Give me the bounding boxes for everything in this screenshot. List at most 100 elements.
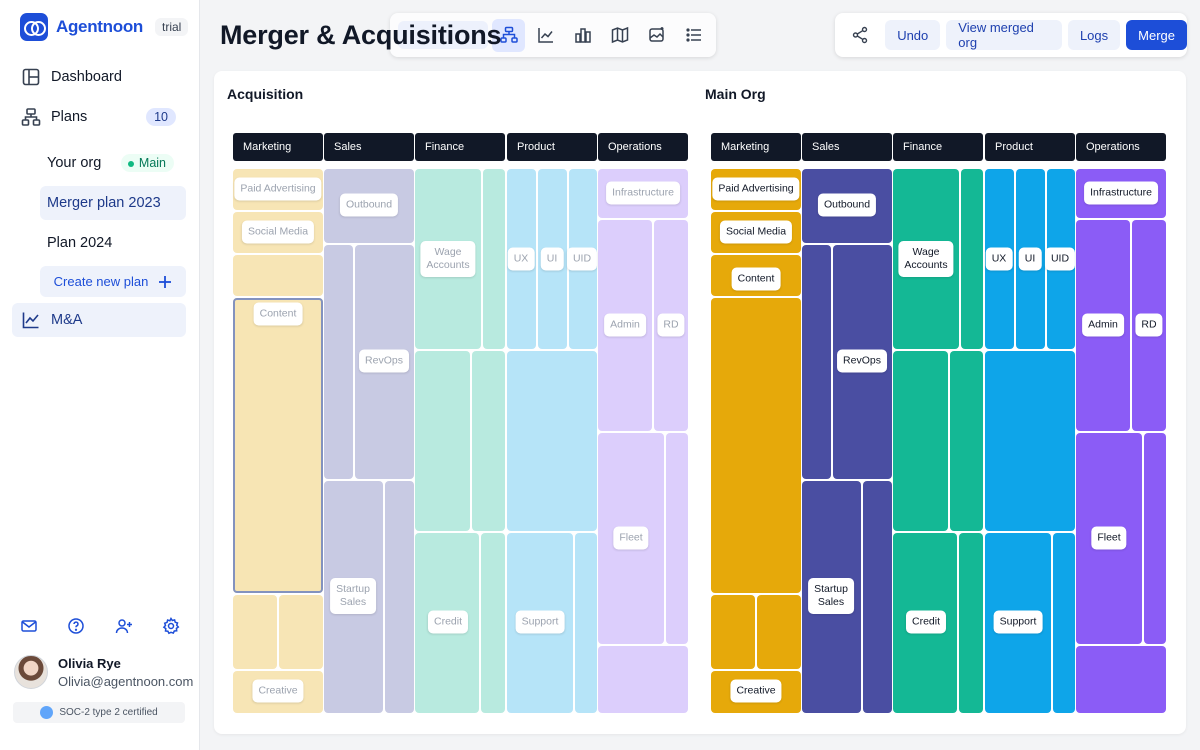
org-unit-label-ui[interactable]: UI [540, 247, 564, 271]
brand[interactable]: Agentnoon trial [20, 13, 189, 41]
help-icon[interactable] [67, 617, 85, 635]
plan-label: Your org [47, 155, 102, 171]
plus-icon [159, 275, 172, 288]
undo-button[interactable]: Undo [885, 20, 941, 50]
settings-gear-icon[interactable] [162, 617, 180, 635]
org-unit-block-sales[interactable] [863, 481, 892, 713]
org-unit-block-finance[interactable] [893, 351, 948, 531]
sidebar-plan-2024[interactable]: Plan 2024 [40, 226, 186, 260]
org-unit-label-social-media[interactable]: Social Media [719, 220, 793, 244]
plan-label: Merger plan 2023 [47, 195, 161, 211]
line-chart-icon [537, 28, 553, 43]
org-unit-block-product[interactable] [985, 351, 1075, 531]
org-unit-label-infrastructure[interactable]: Infrastructure [1084, 181, 1158, 205]
sidebar-footer-icons [20, 617, 180, 635]
org-unit-block-marketing[interactable] [711, 298, 801, 593]
org-unit-block-sales[interactable] [802, 245, 831, 479]
org-unit-block-marketing[interactable] [233, 298, 323, 593]
org-unit-label-uid[interactable]: UID [566, 247, 598, 271]
org-unit-block-operations[interactable] [666, 433, 688, 644]
org-unit-block-marketing[interactable] [757, 595, 801, 669]
column-header-marketing: Marketing [711, 133, 801, 161]
org-unit-label-creative[interactable]: Creative [730, 679, 782, 703]
org-unit-block-marketing[interactable] [279, 595, 323, 669]
org-unit-label-social-media[interactable]: Social Media [241, 220, 315, 244]
brand-name: Agentnoon [56, 17, 143, 36]
org-unit-label-content[interactable]: Content [731, 267, 781, 291]
current-user[interactable]: Olivia Rye Olivia@agentnoon.com [14, 655, 193, 689]
org-unit-label-fleet[interactable]: Fleet [613, 526, 649, 550]
org-unit-label-outbound[interactable]: Outbound [817, 193, 877, 217]
trend-view-button[interactable] [529, 19, 562, 52]
action-bar: Undo View merged org Logs Merge [835, 13, 1187, 57]
logs-button[interactable]: Logs [1067, 20, 1121, 50]
org-unit-block-operations[interactable] [598, 646, 688, 713]
org-unit-label-support[interactable]: Support [993, 610, 1043, 634]
column-header-finance: Finance [415, 133, 505, 161]
map-view-button[interactable] [603, 19, 636, 52]
org-unit-block-finance[interactable] [415, 351, 470, 531]
mail-icon[interactable] [20, 617, 38, 635]
org-unit-block-operations[interactable] [1144, 433, 1166, 644]
org-unit-block-marketing[interactable] [233, 255, 323, 296]
sidebar-item-ma[interactable]: M&A [12, 303, 186, 337]
org-unit-block-finance[interactable] [472, 351, 505, 531]
org-unit-label-fleet[interactable]: Fleet [1091, 526, 1127, 550]
org-unit-label-content[interactable]: Content [253, 302, 303, 326]
org-unit-label-ui[interactable]: UI [1018, 247, 1042, 271]
org-unit-block-finance[interactable] [483, 169, 505, 349]
org-unit-label-ux[interactable]: UX [507, 247, 535, 271]
view-merged-org-button[interactable]: View merged org [946, 20, 1062, 50]
org-unit-label-credit[interactable]: Credit [905, 610, 947, 634]
list-view-button[interactable] [677, 19, 710, 52]
image-view-button[interactable] [640, 19, 673, 52]
plans-count-badge: 10 [146, 108, 176, 126]
org-unit-label-revops[interactable]: RevOps [837, 349, 887, 373]
org-unit-label-revops[interactable]: RevOps [359, 349, 409, 373]
org-unit-block-product[interactable] [575, 533, 597, 713]
org-unit-block-sales[interactable] [324, 245, 353, 479]
org-unit-block-product[interactable] [507, 351, 597, 531]
sidebar-item-label: M&A [51, 312, 83, 328]
org-unit-label-admin[interactable]: Admin [1082, 313, 1124, 337]
share-button[interactable] [847, 21, 873, 49]
org-unit-label-creative[interactable]: Creative [252, 679, 304, 703]
sidebar-item-label: Plans [51, 109, 88, 125]
org-unit-label-ux[interactable]: UX [985, 247, 1013, 271]
agentnoon-logo-icon [20, 13, 48, 41]
main-org-title: Main Org [705, 86, 766, 102]
org-unit-label-paid-advertising[interactable]: Paid Advertising [234, 177, 322, 201]
org-unit-label-wage-accounts[interactable]: Wage Accounts [898, 241, 954, 277]
org-comparison-panel: Acquisition Main Org Marketing Sales Finan… [214, 71, 1186, 734]
create-new-plan-button[interactable]: Create new plan [40, 266, 186, 297]
org-unit-block-finance[interactable] [950, 351, 983, 531]
sidebar-item-dashboard[interactable]: Dashboard [12, 60, 186, 94]
org-unit-block-finance[interactable] [959, 533, 983, 713]
org-unit-label-infrastructure[interactable]: Infrastructure [606, 181, 680, 205]
org-unit-block-sales[interactable] [385, 481, 414, 713]
sidebar-item-plans[interactable]: Plans 10 [12, 100, 186, 134]
org-unit-label-credit[interactable]: Credit [427, 610, 469, 634]
org-unit-block-marketing[interactable] [711, 595, 755, 669]
org-unit-block-product[interactable] [1053, 533, 1075, 713]
org-unit-label-rd[interactable]: RD [1135, 313, 1163, 337]
sidebar-plan-your-org[interactable]: Your org Main [40, 146, 186, 180]
merge-button[interactable]: Merge [1126, 20, 1187, 50]
bar-chart-view-button[interactable] [566, 19, 599, 52]
org-unit-label-support[interactable]: Support [515, 610, 565, 634]
org-unit-label-admin[interactable]: Admin [604, 313, 646, 337]
org-unit-label-startup-sales[interactable]: Startup Sales [330, 578, 376, 614]
org-unit-block-finance[interactable] [481, 533, 505, 713]
org-unit-block-operations[interactable] [1076, 646, 1166, 713]
add-user-icon[interactable] [115, 617, 133, 635]
org-unit-block-finance[interactable] [961, 169, 983, 349]
sidebar-plan-merger-2023[interactable]: Merger plan 2023 [40, 186, 186, 220]
org-unit-label-uid[interactable]: UID [1044, 247, 1076, 271]
org-unit-label-outbound[interactable]: Outbound [339, 193, 399, 217]
org-unit-block-marketing[interactable] [233, 595, 277, 669]
sidebar-item-label: Dashboard [51, 69, 122, 85]
org-unit-label-paid-advertising[interactable]: Paid Advertising [712, 177, 800, 201]
org-unit-label-wage-accounts[interactable]: Wage Accounts [420, 241, 476, 277]
org-unit-label-startup-sales[interactable]: Startup Sales [808, 578, 854, 614]
org-unit-label-rd[interactable]: RD [657, 313, 685, 337]
